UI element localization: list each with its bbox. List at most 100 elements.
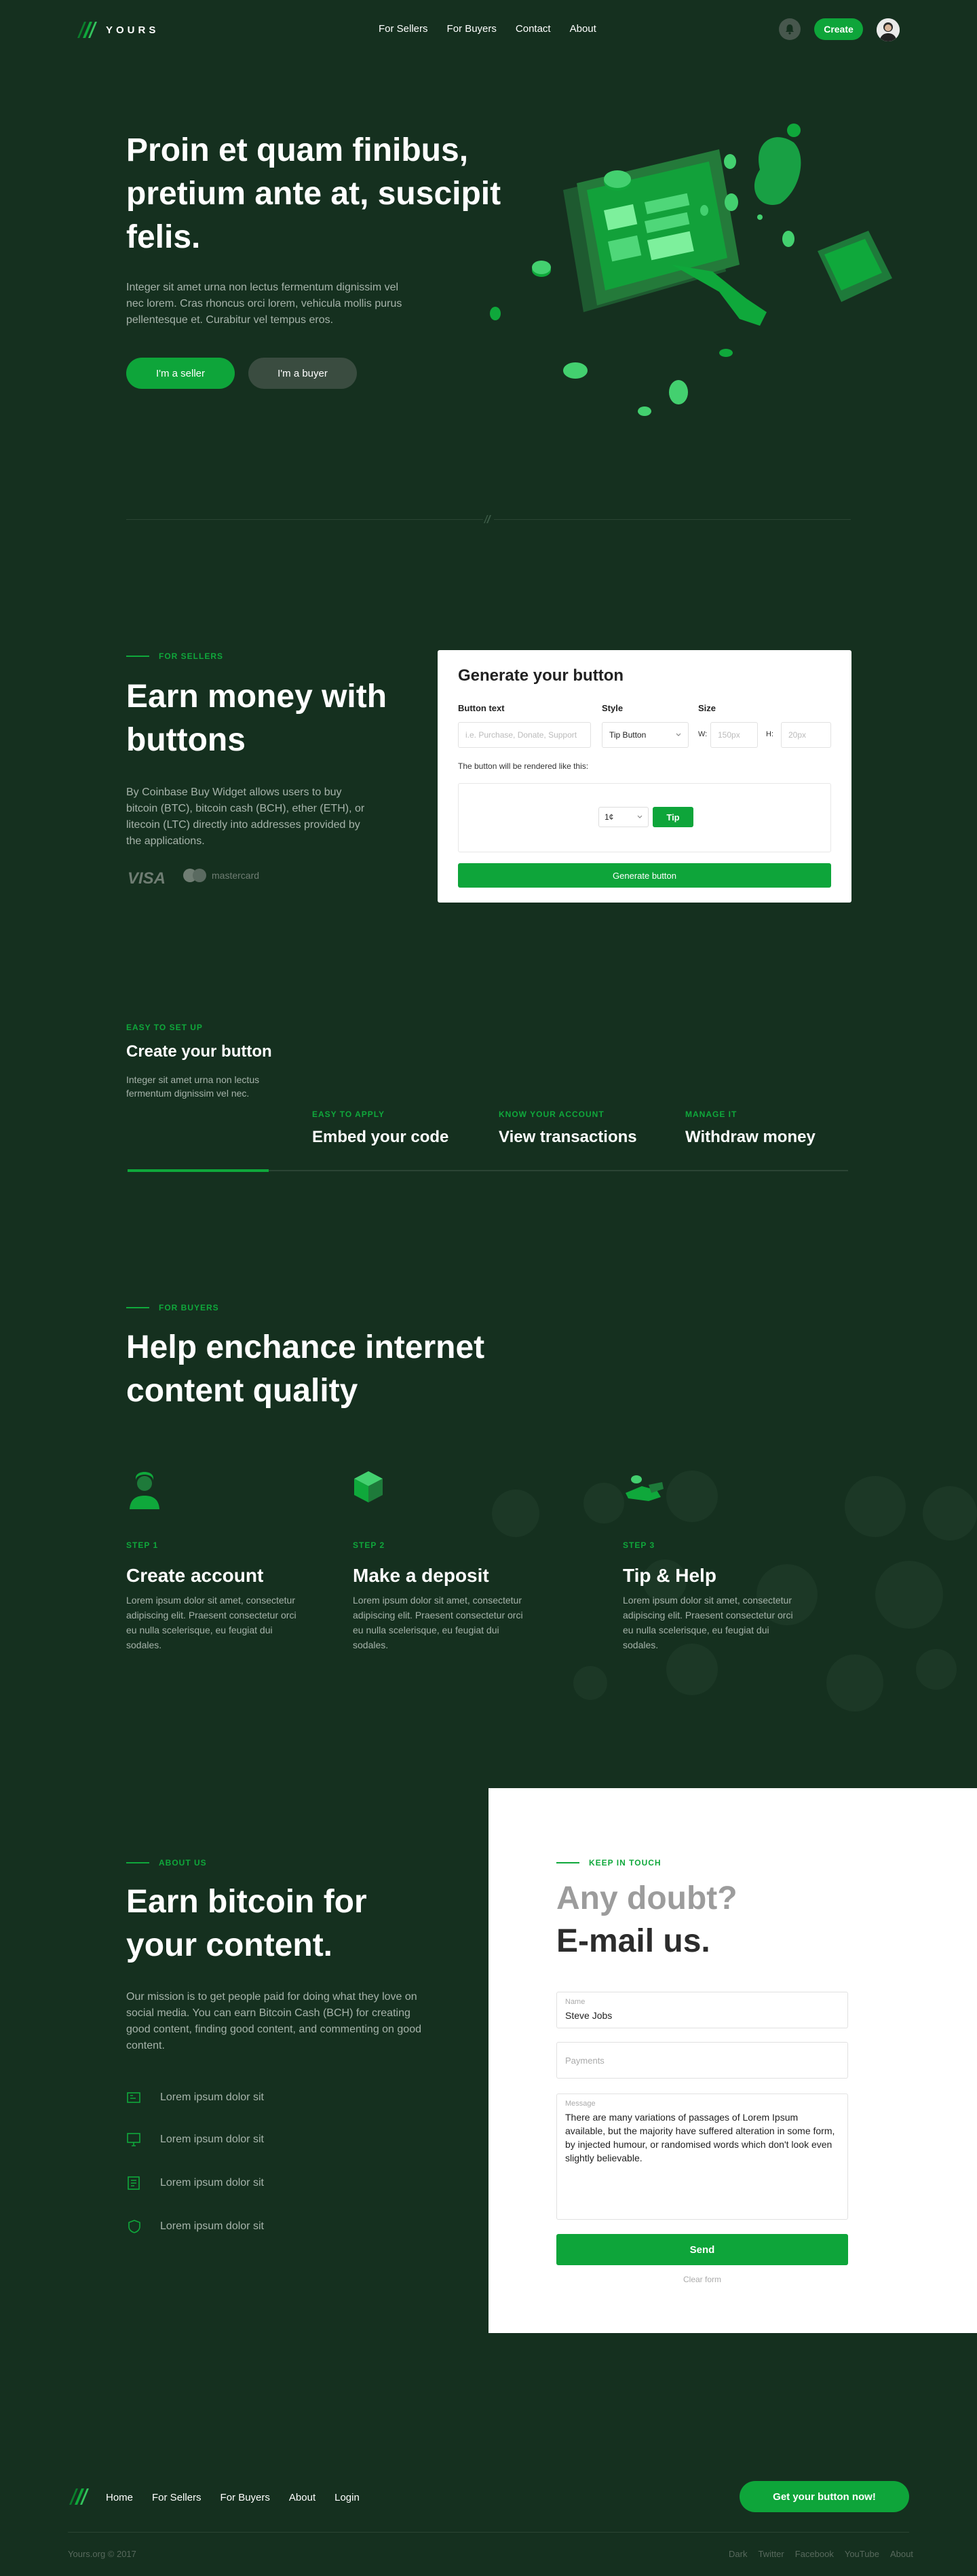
about-eyebrow: ABOUT US xyxy=(126,1858,207,1868)
footer-social-links: Dark Twitter Facebook YouTube About xyxy=(729,2549,913,2559)
social-link-facebook[interactable]: Facebook xyxy=(795,2549,834,2559)
generator-title: Generate your button xyxy=(458,666,624,685)
step-tag-setup: EASY TO SET UP xyxy=(126,1023,203,1032)
step-desc-create-button: Integer sit amet urna non lectus ferment… xyxy=(126,1074,260,1099)
step-tag-manage: MANAGE IT xyxy=(685,1110,737,1119)
chevron-down-icon xyxy=(637,815,643,818)
eyebrow-label: FOR BUYERS xyxy=(159,1303,219,1312)
feature-item: Lorem ipsum dolor sit xyxy=(126,2090,264,2105)
nav-link-for-buyers[interactable]: For Buyers xyxy=(447,23,497,35)
height-label: H: xyxy=(766,730,773,738)
buyers-eyebrow: FOR BUYERS xyxy=(126,1303,219,1312)
feature-item: Lorem ipsum dolor sit xyxy=(126,2219,264,2234)
buyer-step-desc-3: Lorem ipsum dolor sit amet, consectetur … xyxy=(623,1595,793,1650)
mastercard-label: mastercard xyxy=(212,870,260,881)
footer-logo-icon[interactable] xyxy=(68,2487,91,2506)
step-tag-apply: EASY TO APPLY xyxy=(312,1110,385,1119)
brand-logo[interactable]: YOURS xyxy=(76,20,159,39)
name-field[interactable]: Name Steve Jobs xyxy=(556,1992,848,2028)
footer-divider xyxy=(68,2532,909,2533)
social-link-dark[interactable]: Dark xyxy=(729,2549,747,2559)
payments-placeholder: Payments xyxy=(565,2055,605,2066)
cube-icon xyxy=(354,1471,383,1502)
message-field[interactable]: Message There are many variations of pas… xyxy=(556,2094,848,2220)
style-select-value: Tip Button xyxy=(609,730,647,740)
buyer-step-name-2: Make a deposit xyxy=(353,1565,489,1586)
eyebrow-line xyxy=(556,1862,579,1863)
height-input[interactable]: 20px xyxy=(781,722,831,748)
im-a-buyer-button[interactable]: I'm a buyer xyxy=(248,358,357,389)
buyers-title: Help enchance internet content quality xyxy=(126,1329,485,1409)
feature-label: Lorem ipsum dolor sit xyxy=(160,2134,264,2145)
get-button-cta[interactable]: Get your button now! xyxy=(740,2481,909,2512)
button-text-placeholder: i.e. Purchase, Donate, Support xyxy=(465,730,577,740)
visa-logo: VISA xyxy=(128,869,166,888)
step-name-view-transactions[interactable]: View transactions xyxy=(499,1128,637,1147)
step-name-embed-code[interactable]: Embed your code xyxy=(312,1128,448,1147)
width-placeholder: 150px xyxy=(718,730,740,740)
eyebrow-line xyxy=(126,1862,149,1863)
eyebrow-label: KEEP IN TOUCH xyxy=(589,1858,662,1868)
about-title: Earn bitcoin for your content. xyxy=(126,1884,367,1963)
about-description: Our mission is to get people paid for do… xyxy=(126,1991,421,2051)
hero-title: Proin et quam finibus, pretium ante at, … xyxy=(126,132,501,255)
notifications-button[interactable] xyxy=(779,18,801,40)
main-nav: For Sellers For Buyers Contact About xyxy=(379,23,596,35)
divider-logo-icon xyxy=(483,514,494,525)
width-input[interactable]: 150px xyxy=(710,722,758,748)
logo-mark-icon xyxy=(77,22,97,38)
style-label: Style xyxy=(602,703,624,713)
buyer-step-tag-2: STEP 2 xyxy=(353,1540,385,1550)
size-label: Size xyxy=(698,703,716,713)
step-tag-account: KNOW YOUR ACCOUNT xyxy=(499,1110,605,1119)
social-link-about[interactable]: About xyxy=(890,2549,913,2559)
shield-icon xyxy=(128,2220,140,2233)
preview-tip-button[interactable]: Tip xyxy=(653,807,693,827)
create-button[interactable]: Create xyxy=(814,18,863,40)
clear-form-link[interactable]: Clear form xyxy=(556,2275,848,2284)
chevron-down-icon xyxy=(676,733,681,736)
render-note: The button will be rendered like this: xyxy=(458,761,589,771)
copyright: Yours.org © 2017 xyxy=(68,2549,136,2559)
height-placeholder: 20px xyxy=(788,730,807,740)
sellers-eyebrow: FOR SELLERS xyxy=(126,651,223,661)
user-icon xyxy=(130,1472,159,1509)
step-name-withdraw-money[interactable]: Withdraw money xyxy=(685,1128,816,1147)
eyebrow-line xyxy=(126,1307,149,1308)
avatar-icon xyxy=(877,18,900,41)
footer-link-for-buyers[interactable]: For Buyers xyxy=(221,2492,270,2503)
im-a-seller-button[interactable]: I'm a seller xyxy=(126,358,235,389)
footer-link-about[interactable]: About xyxy=(289,2492,315,2503)
send-button[interactable]: Send xyxy=(556,2234,848,2265)
footer-link-home[interactable]: Home xyxy=(106,2492,133,2503)
button-preview: 1¢ Tip xyxy=(458,783,831,852)
steps-progress-active xyxy=(128,1169,269,1172)
mastercard-logo: mastercard xyxy=(183,869,259,882)
social-link-twitter[interactable]: Twitter xyxy=(758,2549,784,2559)
brand-name: YOURS xyxy=(106,24,159,36)
generate-button[interactable]: Generate button xyxy=(458,863,831,888)
footer-link-for-sellers[interactable]: For Sellers xyxy=(152,2492,202,2503)
button-text-input[interactable]: i.e. Purchase, Donate, Support xyxy=(458,722,591,748)
step-name-create-button[interactable]: Create your button xyxy=(126,1042,272,1061)
name-label: Name xyxy=(565,1998,586,2006)
eyebrow-line xyxy=(126,656,149,657)
nav-link-for-sellers[interactable]: For Sellers xyxy=(379,23,428,35)
document-icon xyxy=(128,2176,140,2190)
name-value: Steve Jobs xyxy=(565,2010,613,2021)
social-link-youtube[interactable]: YouTube xyxy=(845,2549,879,2559)
button-text-label: Button text xyxy=(458,703,505,713)
contact-question: Any doubt? xyxy=(556,1880,737,1916)
style-select[interactable]: Tip Button xyxy=(602,722,689,748)
user-avatar[interactable] xyxy=(877,18,900,41)
feature-item: Lorem ipsum dolor sit xyxy=(126,2132,264,2147)
payments-field[interactable]: Payments xyxy=(556,2042,848,2079)
cards-icon xyxy=(127,2092,140,2103)
buyer-step-name-1: Create account xyxy=(126,1565,264,1586)
footer-nav: Home For Sellers For Buyers About Login xyxy=(106,2492,360,2503)
width-label: W: xyxy=(698,730,708,738)
footer-link-login[interactable]: Login xyxy=(334,2492,360,2503)
preview-currency-select[interactable]: 1¢ xyxy=(598,807,649,827)
nav-link-about[interactable]: About xyxy=(570,23,596,35)
nav-link-contact[interactable]: Contact xyxy=(516,23,551,35)
